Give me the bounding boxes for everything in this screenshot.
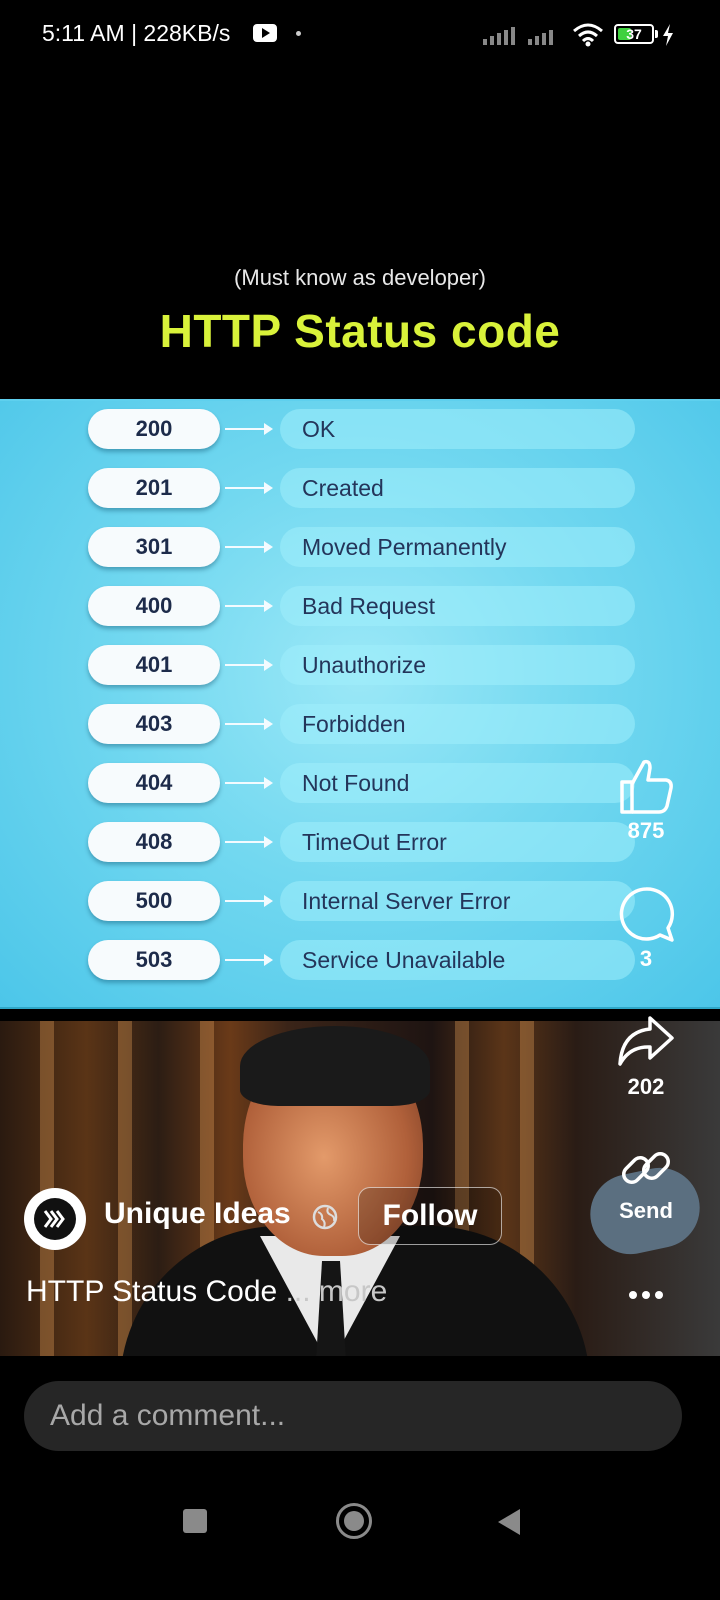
channel-avatar[interactable] [24, 1188, 86, 1250]
arrow-right-icon [225, 423, 273, 435]
arrow-right-icon [225, 718, 273, 730]
arrow-right-icon [225, 541, 273, 553]
share-arrow-icon [618, 1016, 674, 1066]
status-label: Moved Permanently [280, 527, 635, 567]
status-code-row: 400 Bad Request [0, 584, 720, 628]
share-button[interactable]: 202 [606, 1012, 686, 1100]
send-button[interactable]: Send [606, 1140, 686, 1224]
comment-count: 3 [639, 946, 653, 971]
globe-icon [312, 1204, 338, 1230]
status-code: 200 [88, 409, 220, 449]
status-code-row: 201 Created [0, 466, 720, 510]
share-count: 202 [627, 1074, 665, 1099]
notification-dot-icon [296, 31, 301, 36]
status-code: 401 [88, 645, 220, 685]
link-icon [622, 1152, 670, 1184]
status-label: Unauthorize [280, 645, 635, 685]
follow-button[interactable]: Follow [358, 1187, 502, 1245]
status-code: 403 [88, 704, 220, 744]
more-dots-icon[interactable] [628, 1290, 664, 1300]
status-code-row: 403 Forbidden [0, 702, 720, 746]
back-button[interactable] [498, 1509, 520, 1535]
like-button[interactable]: 875 [606, 756, 686, 844]
status-code: 201 [88, 468, 220, 508]
arrow-right-icon [225, 836, 273, 848]
home-button[interactable] [336, 1503, 372, 1539]
status-code: 503 [88, 940, 220, 980]
recent-apps-button[interactable] [183, 1509, 207, 1533]
thumbs-up-icon [620, 759, 673, 814]
status-time: 5:11 AM | 228KB/s [42, 20, 231, 46]
like-count: 875 [627, 818, 665, 843]
status-label: Service Unavailable [280, 940, 635, 980]
status-label: TimeOut Error [280, 822, 635, 862]
status-code-row: 301 Moved Permanently [0, 525, 720, 569]
status-bar: 5:11 AM | 228KB/s 37 [0, 0, 720, 72]
status-code: 408 [88, 822, 220, 862]
status-label: Not Found [280, 763, 635, 803]
caption[interactable]: HTTP Status Code ... more [26, 1275, 387, 1309]
arrow-right-icon [225, 954, 273, 966]
video-subtitle: (Must know as developer) [234, 265, 486, 290]
status-code: 404 [88, 763, 220, 803]
signal-icon [483, 27, 519, 45]
arrow-right-icon [225, 600, 273, 612]
video-headline: HTTP Status code [159, 305, 561, 357]
status-label: Bad Request [280, 586, 635, 626]
status-code-row: 401 Unauthorize [0, 643, 720, 687]
signal-no-service-icon [528, 27, 564, 45]
status-code: 301 [88, 527, 220, 567]
wifi-icon [573, 23, 603, 47]
arrow-right-icon [225, 895, 273, 907]
status-label: Internal Server Error [280, 881, 635, 921]
battery-icon: 37 [614, 24, 654, 44]
charging-icon [663, 24, 673, 46]
caption-text: HTTP Status Code [26, 1275, 278, 1308]
send-label: Send [619, 1198, 673, 1223]
status-code: 400 [88, 586, 220, 626]
caption-more-link[interactable]: ... more [286, 1275, 388, 1308]
status-label: Created [280, 468, 635, 508]
channel-logo-icon [43, 1210, 65, 1228]
status-label: Forbidden [280, 704, 635, 744]
channel-name[interactable]: Unique Ideas [104, 1197, 291, 1231]
arrow-right-icon [225, 482, 273, 494]
status-code-row: 200 OK [0, 407, 720, 451]
arrow-right-icon [225, 659, 273, 671]
status-code: 500 [88, 881, 220, 921]
arrow-right-icon [225, 777, 273, 789]
comment-button[interactable]: 3 [606, 884, 686, 972]
youtube-notification-icon [253, 24, 277, 42]
comment-input[interactable]: Add a comment... [24, 1381, 682, 1451]
comment-bubble-icon [619, 887, 675, 942]
status-label: OK [280, 409, 635, 449]
battery-level: 37 [626, 26, 642, 42]
